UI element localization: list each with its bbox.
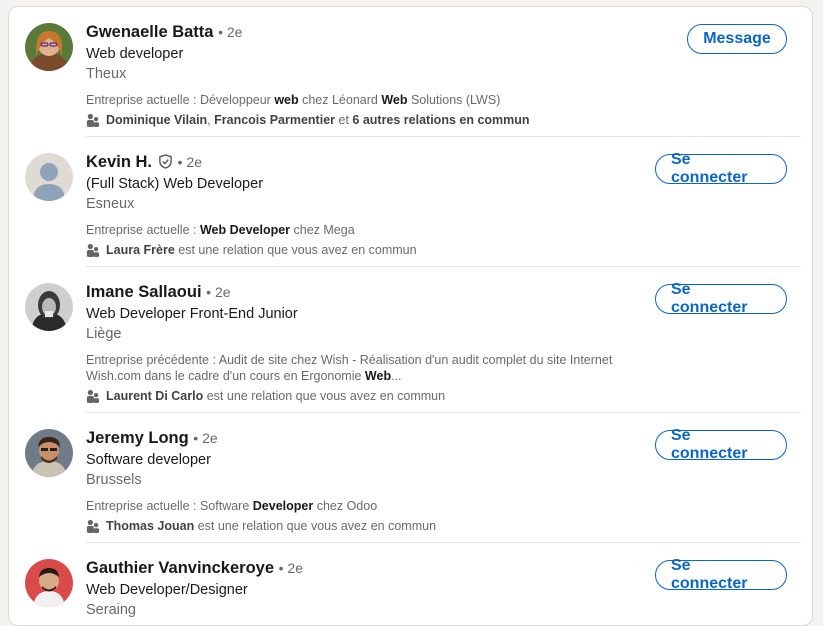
person-name[interactable]: Kevin H. [86, 153, 152, 171]
connect-button[interactable]: Se connecter [655, 557, 787, 592]
current-company: Entreprise actuelle : Software Developer… [86, 499, 378, 513]
connection-degree: • 2e [193, 430, 218, 446]
person-location: Brussels [86, 472, 142, 488]
person-location: Liège [86, 326, 122, 342]
verified-shield-icon [159, 154, 172, 169]
people-icon [86, 113, 100, 127]
person-title: Web Developer/Designer [86, 582, 248, 598]
result-item[interactable]: Imane Sallaoui • 2e Web Developer Front-… [9, 267, 812, 413]
connection-degree: • 2e [206, 284, 231, 300]
message-button[interactable]: Message [687, 24, 787, 54]
connect-button[interactable]: Se connecter [655, 281, 787, 316]
avatar[interactable] [25, 153, 73, 201]
avatar[interactable] [25, 283, 73, 331]
result-item[interactable]: Gauthier Vanvinckeroye • 2e Web Develope… [9, 543, 812, 625]
person-title: Web developer [86, 46, 184, 62]
person-title: Web Developer Front-End Junior [86, 306, 298, 322]
current-company: Entreprise actuelle : Web Developer chez… [86, 223, 355, 237]
person-name[interactable]: Gauthier Vanvinckeroye [86, 559, 274, 577]
avatar[interactable] [25, 429, 73, 477]
mutual-connections[interactable]: Laura Frère est une relation que vous av… [86, 242, 604, 258]
people-icon [86, 243, 100, 257]
connection-degree: • 2e [177, 154, 202, 170]
connect-button[interactable]: Se connecter [655, 427, 787, 462]
person-title: (Full Stack) Web Developer [86, 176, 264, 192]
connect-button[interactable]: Se connecter [655, 151, 787, 186]
person-location: Esneux [86, 196, 135, 212]
mutual-connections[interactable]: Laurent Di Carlo est une relation que vo… [86, 388, 604, 404]
people-icon [86, 519, 100, 533]
search-results-card: Gwenaelle Batta • 2e Web developer Theux… [8, 6, 813, 626]
result-item[interactable]: Kevin H. • 2e (Full Stack) Web Developer… [9, 137, 812, 267]
previous-company: Entreprise précédente : Audit de site ch… [86, 353, 613, 383]
person-name[interactable]: Jeremy Long [86, 429, 189, 447]
result-item[interactable]: Gwenaelle Batta • 2e Web developer Theux… [9, 7, 812, 137]
connection-degree: • 2e [278, 560, 303, 576]
person-location: Seraing [86, 602, 136, 618]
result-item[interactable]: Jeremy Long • 2e Software developer Brus… [9, 413, 812, 543]
avatar[interactable] [25, 559, 73, 607]
mutual-connections[interactable]: Dominique Vilain, Francois Parmentier et… [86, 112, 604, 128]
connection-degree: • 2e [218, 24, 243, 40]
person-location: Theux [86, 66, 127, 82]
current-company: Entreprise actuelle : Développeur web ch… [86, 93, 501, 107]
mutual-connections[interactable]: Thomas Jouan est une relation que vous a… [86, 518, 604, 534]
person-title: Software developer [86, 452, 211, 468]
person-name[interactable]: Imane Sallaoui [86, 283, 202, 301]
people-icon [86, 389, 100, 403]
person-name[interactable]: Gwenaelle Batta [86, 23, 213, 41]
avatar[interactable] [25, 23, 73, 71]
